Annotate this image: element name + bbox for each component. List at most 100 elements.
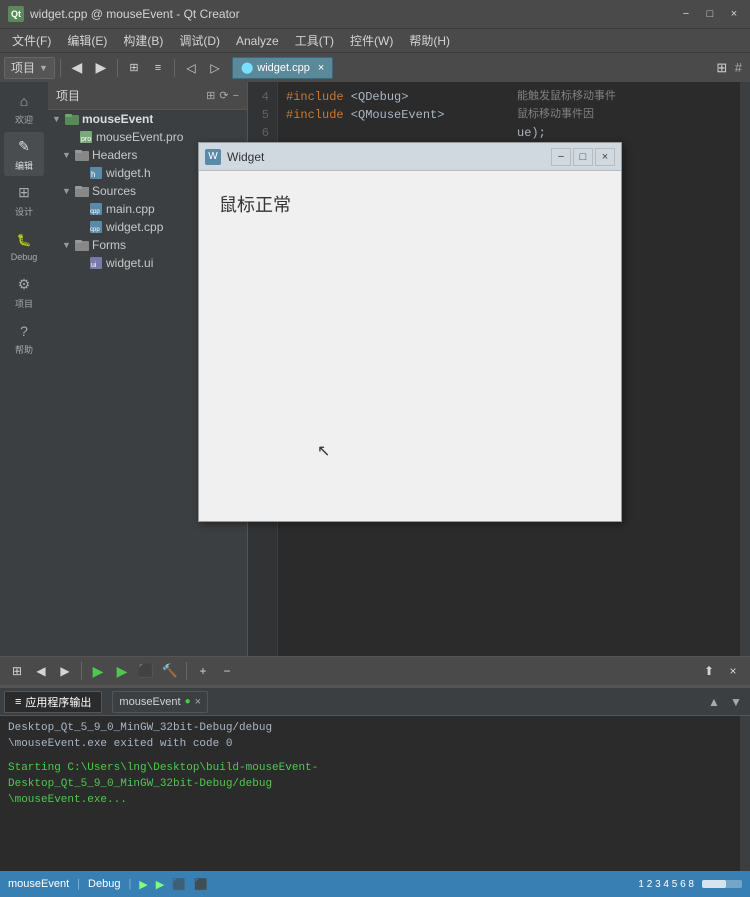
project-collapse-btn[interactable]: −: [233, 90, 239, 102]
title-bar-text: widget.cpp @ mouseEvent - Qt Creator: [30, 7, 678, 21]
panel-close-btn[interactable]: ×: [722, 660, 744, 682]
file-icon-ui: ui: [89, 256, 103, 270]
build-btn[interactable]: 🔨: [159, 660, 181, 682]
sidebar-item-design[interactable]: ⊞ 设计: [4, 178, 44, 222]
folder-icon-root: [65, 112, 79, 126]
editor-scrollbar[interactable]: [740, 82, 750, 656]
menu-debug[interactable]: 调试(D): [171, 30, 228, 51]
sidebar-label-help: 帮助: [15, 343, 33, 356]
process-tab-label: mouseEvent: [119, 696, 180, 708]
widget-titlebar: W Widget − □ ×: [199, 143, 621, 171]
toolbar-next-btn[interactable]: ▷: [204, 57, 226, 79]
status-sep2: |: [128, 878, 131, 890]
panel-float-btn[interactable]: ⬆: [698, 660, 720, 682]
sidebar-label-welcome: 欢迎: [15, 113, 33, 126]
menu-tools[interactable]: 工具(T): [287, 30, 342, 51]
title-bar-controls: − □ ×: [678, 6, 742, 22]
project-panel-header: 项目 ⊞ ⟳ −: [48, 82, 247, 110]
widget-title-icon: W: [205, 149, 221, 165]
project-dropdown[interactable]: 项目 ▼: [4, 57, 55, 79]
toolbar-back-btn[interactable]: ◀: [66, 57, 88, 79]
help-icon: ?: [14, 321, 34, 341]
sidebar-item-welcome[interactable]: ⌂ 欢迎: [4, 86, 44, 130]
sidebar-item-debug[interactable]: 🐛 Debug: [4, 224, 44, 268]
tree-label-headers: Headers: [92, 148, 137, 162]
tree-arrow-forms: ▼: [62, 240, 72, 250]
widget-body: 鼠标正常: [199, 171, 621, 521]
menu-analyze[interactable]: Analyze: [228, 32, 287, 50]
toolbar-fwd-btn[interactable]: ▶: [90, 57, 112, 79]
process-tab-close[interactable]: ×: [195, 696, 201, 708]
toolbar-list-btn[interactable]: ≡: [147, 57, 169, 79]
output-less-btn[interactable]: −: [216, 660, 238, 682]
editor-tab-widget[interactable]: ⬤ widget.cpp ×: [232, 57, 333, 79]
run-btn[interactable]: ▶: [87, 660, 109, 682]
output-nav-prev[interactable]: ◀: [30, 660, 52, 682]
widget-icon-text: W: [208, 151, 217, 162]
bottom-panel-scroll-up[interactable]: ▲: [704, 692, 724, 712]
menu-edit[interactable]: 编辑(E): [59, 30, 115, 51]
widget-minimize-btn[interactable]: −: [551, 148, 571, 166]
tree-root-mouseEvent[interactable]: ▼ mouseEvent: [48, 110, 247, 128]
widget-maximize-btn[interactable]: □: [573, 148, 593, 166]
tree-label-widgetui: widget.ui: [106, 256, 153, 270]
menu-help[interactable]: 帮助(H): [401, 30, 458, 51]
close-button[interactable]: ×: [726, 6, 742, 22]
app-icon: Qt: [8, 6, 24, 22]
status-right: 1 2 3 4 5 6 8: [638, 879, 742, 890]
sidebar-item-project[interactable]: ⚙ 项目: [4, 270, 44, 314]
edit-icon: ✎: [14, 137, 34, 157]
editor-tab-close[interactable]: ×: [318, 62, 324, 74]
svg-text:cpp: cpp: [90, 209, 100, 215]
minimize-button[interactable]: −: [678, 6, 694, 22]
right-line-2: 鼠标移动事件因: [517, 106, 736, 124]
title-bar: Qt widget.cpp @ mouseEvent - Qt Creator …: [0, 0, 750, 28]
progress-bar: [702, 880, 742, 888]
bottom-content[interactable]: Desktop_Qt_5_9_0_MinGW_32bit-Debug/debug…: [0, 716, 740, 871]
project-sync-btn[interactable]: ⟳: [219, 89, 228, 102]
menu-build[interactable]: 构建(B): [115, 30, 171, 51]
process-tab-icon: ●: [185, 696, 191, 707]
tree-label-widgetcpp: widget.cpp: [106, 220, 163, 234]
process-tab[interactable]: mouseEvent ● ×: [112, 691, 208, 713]
svg-text:cpp: cpp: [90, 227, 100, 233]
sidebar-item-help[interactable]: ? 帮助: [4, 316, 44, 360]
sidebar-icons: ⌂ 欢迎 ✎ 编辑 ⊞ 设计 🐛 Debug ⚙ 项目 ? 帮助: [0, 82, 48, 656]
bottom-tab-output[interactable]: ≡ 应用程序输出: [4, 691, 102, 713]
progress-fill: [702, 880, 726, 888]
output-more-btn[interactable]: +: [192, 660, 214, 682]
toolbar-zoom-btn[interactable]: ⊞: [123, 57, 145, 79]
folder-icon-headers: [75, 148, 89, 162]
toolbar-sep-2: [117, 59, 118, 77]
bottom-panel-scroll-dn[interactable]: ▼: [726, 692, 746, 712]
stop-btn[interactable]: ⬛: [135, 660, 157, 682]
widget-close-btn[interactable]: ×: [595, 148, 615, 166]
output-clear-btn[interactable]: ⊞: [6, 660, 28, 682]
bottom-panel-scrollbar[interactable]: [740, 716, 750, 871]
project-header-text: 项目: [56, 87, 202, 104]
project-filter-btn[interactable]: ⊞: [206, 89, 215, 102]
svg-text:h: h: [91, 170, 95, 179]
build-status-icon: ⬛: [194, 878, 208, 891]
output-line-3: Starting C:\Users\lng\Desktop\build-mous…: [8, 760, 732, 776]
toolbar-search-btn[interactable]: ⊞: [711, 57, 733, 79]
bottom-tab-icon: ≡: [15, 696, 21, 708]
debug-icon: 🐛: [14, 230, 34, 250]
panel-controls: ⬆ ×: [698, 660, 744, 682]
sidebar-item-edit[interactable]: ✎ 编辑: [4, 132, 44, 176]
maximize-button[interactable]: □: [702, 6, 718, 22]
tree-label-maincpp: main.cpp: [106, 202, 155, 216]
page-numbers: 1 2 3 4 5 6 8: [638, 879, 694, 890]
toolbar-sep-3: [174, 59, 175, 77]
debug-run-btn[interactable]: ▶: [111, 660, 133, 682]
status-debug-label: Debug: [88, 878, 120, 890]
status-bar: mouseEvent | Debug | ▶ ▶ ⬛ ⬛ 1 2 3 4 5 6…: [0, 871, 750, 897]
project-icon: ⚙: [14, 275, 34, 295]
tree-label-forms: Forms: [92, 238, 126, 252]
menu-file[interactable]: 文件(F): [4, 30, 59, 51]
widget-window: W Widget − □ × 鼠标正常 ↖: [198, 142, 622, 522]
output-nav-next[interactable]: ▶: [54, 660, 76, 682]
menu-bar: 文件(F) 编辑(E) 构建(B) 调试(D) Analyze 工具(T) 控件…: [0, 28, 750, 52]
menu-controls[interactable]: 控件(W): [342, 30, 401, 51]
toolbar-prev-btn[interactable]: ◁: [180, 57, 202, 79]
